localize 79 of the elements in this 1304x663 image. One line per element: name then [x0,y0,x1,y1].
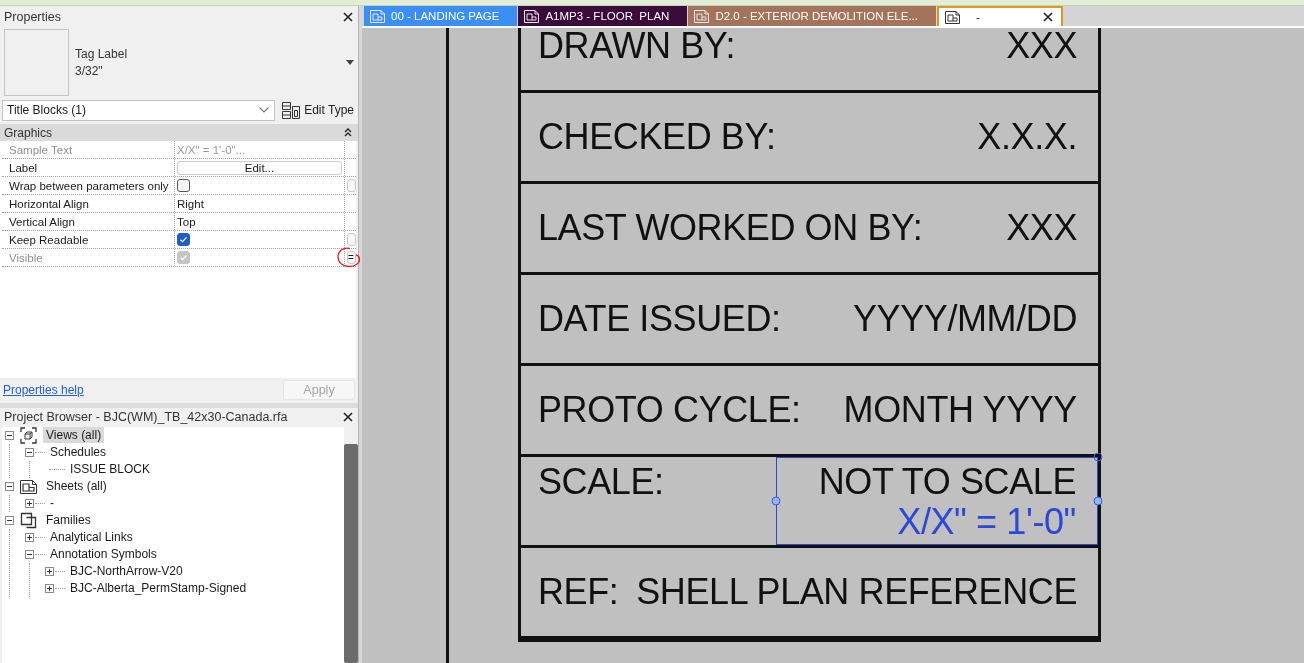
collapse-icon[interactable] [344,128,352,137]
expand-toggle-icon[interactable] [45,583,54,593]
tree-item[interactable]: BJC-Alberta_PermStamp-Signed [67,580,250,596]
close-icon[interactable] [343,412,353,422]
property-name: Sample Text [2,141,175,158]
section-title: Graphics [4,125,53,140]
dropdown-caret-icon[interactable] [346,60,354,65]
view-tab[interactable]: - [937,6,1063,26]
property-name: Horizontal Align [2,195,175,212]
property-name: Visible [2,249,175,266]
title-block-label: LAST WORKED ON BY: [538,207,923,249]
property-name: Vertical Align [2,213,175,230]
sheet-layout-icon [20,477,37,495]
edit-type-icon [282,101,301,119]
view-tab[interactable]: A1MP3 - FLOOR PLAN [518,6,688,26]
tree-item[interactable]: Annotation Symbols [47,546,160,562]
edit-button[interactable]: Edit... [177,160,342,175]
tag-label-text[interactable]: X/X" = 1'-0" [897,502,1076,542]
tree-item[interactable]: Views (all) [43,427,105,443]
grip-handle-icon[interactable] [1093,452,1103,462]
title-block-label: SCALE: [538,462,664,502]
title-block-value: YYYY/MM/DD [852,298,1077,340]
help-link[interactable]: Properties help [3,383,84,397]
property-name: Wrap between parameters only [2,177,175,194]
title-block-label: REF: [538,571,619,613]
edit-type-button[interactable]: Edit Type [280,100,356,120]
property-value: X/X" = 1'-0"... [177,143,246,156]
title-block-label: DRAWN BY: [538,28,736,67]
property-value[interactable]: Right [177,197,204,210]
title-block-value: SHELL PLAN REFERENCE [636,571,1077,613]
title-block-label: CHECKED BY: [538,116,776,158]
collapse-toggle-icon[interactable] [5,481,14,491]
close-icon[interactable] [1043,12,1053,22]
checkbox[interactable] [177,233,190,246]
expand-toggle-icon[interactable] [45,566,54,576]
family-icon [20,511,37,529]
tree-item[interactable]: Schedules [47,444,110,460]
category-dropdown[interactable]: Title Blocks (1) [2,99,276,121]
property-value[interactable]: Top [177,215,196,228]
title-block-value: XXX [1006,28,1077,67]
view-cube-icon [20,426,37,444]
tree-item[interactable]: ISSUE BLOCK [67,461,154,477]
expand-toggle-icon[interactable] [25,532,34,542]
type-name: Tag Label [75,45,128,63]
checkbox[interactable] [177,179,190,192]
title-block-value: XXX [1006,207,1077,249]
expand-toggle-icon[interactable] [25,498,34,508]
type-size: 3/32" [75,62,103,80]
collapse-toggle-icon[interactable] [5,515,14,525]
chevron-down-icon [259,107,270,113]
title-block-value: NOT TO SCALE [818,462,1076,502]
grip-handle-icon[interactable] [771,496,781,506]
collapse-toggle-icon[interactable] [25,447,34,457]
panel-title: Properties [4,9,61,24]
property-name: Keep Readable [2,231,175,248]
tree-item[interactable]: - [47,495,57,511]
grip-handle-icon[interactable] [1093,496,1103,506]
sheet-icon [524,9,540,23]
tree-item[interactable]: BJC-NorthArrow-V20 [67,563,186,579]
title-block-label: DATE ISSUED: [538,298,781,340]
view-tab[interactable]: D2.0 - EXTERIOR DEMOLITION ELE... [688,6,936,26]
tree-item[interactable]: Analytical Links [47,529,136,545]
apply-button: Apply [283,380,355,400]
tree-item[interactable]: Sheets (all) [43,478,110,494]
close-icon[interactable] [343,11,353,22]
selection-frame[interactable]: NOT TO SCALE X/X" = 1'-0" [776,457,1098,545]
property-name: Label [2,159,175,176]
collapse-toggle-icon[interactable] [5,430,14,440]
panel-title: Project Browser - BJC(WM)_TB_42x30-Canada.rfa [4,410,288,424]
title-block-value: MONTH YYYY [843,389,1077,431]
title-block-label: PROTO CYCLE: [538,389,801,431]
sheet-icon [694,9,710,23]
sheet-icon [945,10,960,24]
tree-item[interactable]: Families [43,512,94,528]
sheet-icon [370,9,385,23]
scrollbar-thumb[interactable] [344,443,358,663]
title-block-value: X.X.X. [977,116,1077,158]
type-preview-thumbnail [4,29,69,96]
collapse-toggle-icon[interactable] [25,549,34,559]
